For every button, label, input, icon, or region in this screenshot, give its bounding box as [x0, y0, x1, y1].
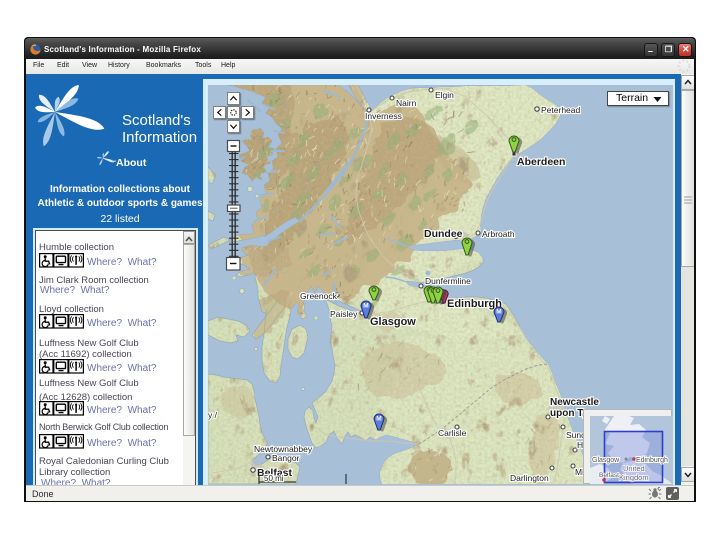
- svg-text:Arbroath: Arbroath: [482, 229, 515, 239]
- svg-text:Belfast: Belfast: [599, 472, 619, 479]
- svg-text:50 mi: 50 mi: [264, 474, 284, 483]
- svg-text:Glasgow: Glasgow: [370, 316, 416, 328]
- svg-text:Greenock: Greenock: [300, 291, 338, 301]
- svg-text:M: M: [376, 416, 381, 423]
- svg-text:M: M: [363, 303, 368, 310]
- svg-text:Dundee: Dundee: [424, 228, 463, 240]
- svg-text:Darlington: Darlington: [510, 473, 549, 483]
- svg-text:Elgin: Elgin: [435, 90, 454, 100]
- svg-text:Inverness: Inverness: [365, 111, 402, 121]
- svg-text:y /: y /: [208, 410, 218, 420]
- svg-text:Edinburgh: Edinburgh: [636, 457, 668, 464]
- svg-text:Newtownabbey: Newtownabbey: [254, 444, 313, 454]
- svg-text:Kingdom: Kingdom: [619, 473, 649, 482]
- svg-text:Nairn: Nairn: [396, 98, 417, 108]
- svg-text:United: United: [623, 464, 645, 473]
- svg-text:Edinburgh: Edinburgh: [447, 298, 502, 310]
- svg-text:Peterhead: Peterhead: [541, 105, 580, 115]
- svg-text:Glasgow: Glasgow: [592, 457, 620, 464]
- svg-text:Carlisle: Carlisle: [438, 428, 467, 438]
- svg-text:Dunfermline: Dunfermline: [425, 276, 471, 286]
- svg-text:Aberdeen: Aberdeen: [517, 156, 565, 168]
- svg-text:Bangor: Bangor: [272, 453, 300, 463]
- svg-text:Newcastle: Newcastle: [550, 397, 599, 408]
- svg-text:M: M: [496, 309, 501, 316]
- svg-text:Paisley: Paisley: [330, 309, 358, 319]
